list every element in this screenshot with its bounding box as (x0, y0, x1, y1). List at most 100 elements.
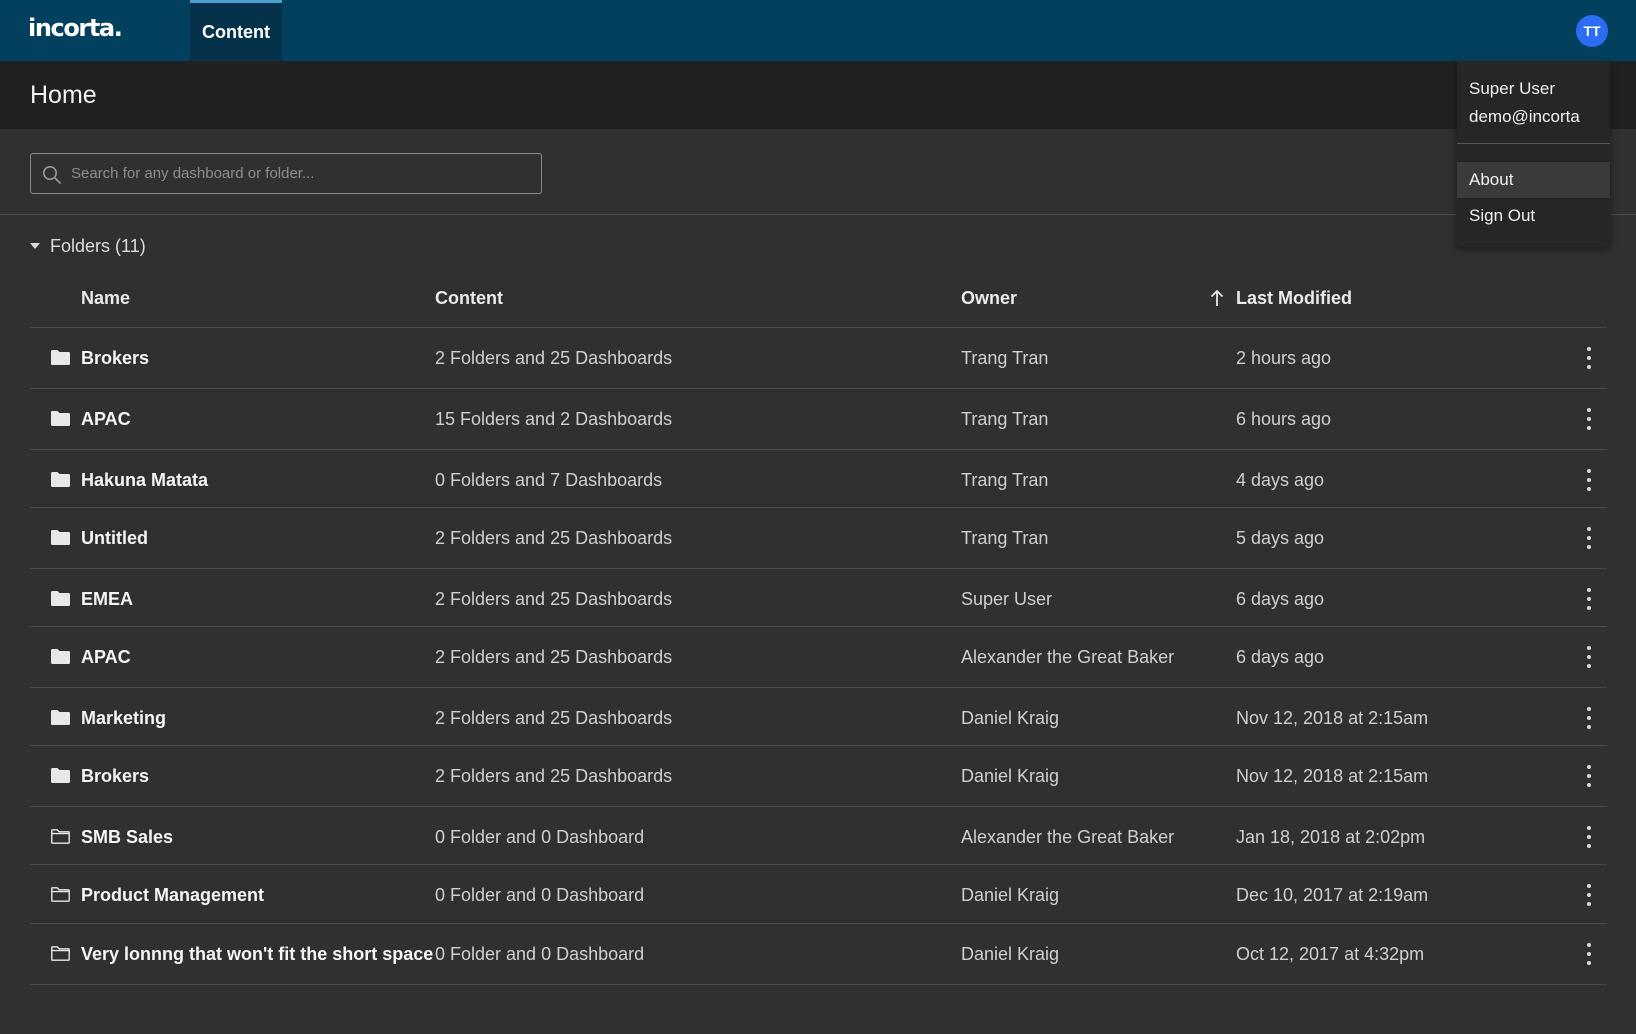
page-header: Home (0, 61, 1636, 129)
row-last-modified: Oct 12, 2017 at 4:32pm (1236, 944, 1425, 964)
column-header-name[interactable]: Name (81, 288, 130, 309)
column-header-last-modified[interactable]: Last Modified (1236, 288, 1352, 309)
more-options-icon[interactable] (1582, 525, 1596, 551)
user-menu-dropdown: Super User demo@incorta About Sign Out (1457, 61, 1610, 247)
folder-filled-icon (51, 768, 70, 783)
table-row[interactable]: Product Management 0 Folder and 0 Dashboa… (30, 865, 1607, 924)
table-row[interactable]: Brokers 2 Folders and 25 Dashboards Daniel… (30, 746, 1607, 807)
user-menu-divider (1457, 143, 1610, 144)
row-last-modified: 6 days ago (1236, 647, 1325, 667)
more-options-icon[interactable] (1582, 824, 1596, 850)
row-name[interactable]: Very lonnng that won't fit the short spa… (81, 944, 433, 965)
row-content: 2 Folders and 25 Dashboards (435, 647, 673, 667)
top-bar: incorta. Content TT (0, 0, 1636, 61)
row-owner: Trang Tran (961, 470, 1049, 490)
row-name[interactable]: Marketing (81, 708, 166, 729)
row-last-modified: Nov 12, 2018 at 2:15am (1236, 708, 1429, 728)
row-last-modified: 2 hours ago (1236, 348, 1332, 368)
row-owner: Daniel Kraig (961, 944, 1060, 964)
table-row[interactable]: APAC 15 Folders and 2 Dashboards Trang Tra… (30, 389, 1607, 450)
row-content: 0 Folder and 0 Dashboard (435, 944, 645, 964)
row-name[interactable]: Brokers (81, 766, 149, 787)
row-name[interactable]: APAC (81, 409, 131, 430)
user-menu-email: demo@incorta (1469, 107, 1580, 126)
menu-item-about[interactable]: About (1457, 162, 1610, 198)
search-input[interactable] (71, 154, 531, 193)
row-content: 2 Folders and 25 Dashboards (435, 589, 673, 609)
row-content: 0 Folder and 0 Dashboard (435, 885, 645, 905)
more-options-icon[interactable] (1582, 406, 1596, 432)
row-content: 15 Folders and 2 Dashboards (435, 409, 673, 429)
row-owner: Daniel Kraig (961, 885, 1060, 905)
row-last-modified: 6 hours ago (1236, 409, 1332, 429)
more-options-icon[interactable] (1582, 586, 1596, 612)
row-owner: Trang Tran (961, 348, 1049, 368)
row-name[interactable]: EMEA (81, 589, 133, 610)
row-last-modified: 4 days ago (1236, 470, 1325, 490)
row-name[interactable]: Untitled (81, 528, 148, 549)
folder-outline-icon (51, 829, 70, 844)
menu-item-sign-out[interactable]: Sign Out (1457, 198, 1610, 234)
folder-filled-icon (51, 350, 70, 365)
row-owner: Super User (961, 589, 1053, 609)
row-name[interactable]: Brokers (81, 348, 149, 369)
caret-down-icon (30, 243, 40, 249)
row-owner: Trang Tran (961, 409, 1049, 429)
row-content: 2 Folders and 25 Dashboards (435, 348, 673, 368)
incorta-logo[interactable]: incorta. (28, 14, 123, 42)
folder-filled-icon (51, 710, 70, 725)
row-last-modified: Jan 18, 2018 at 2:02pm (1236, 827, 1426, 847)
more-options-icon[interactable] (1582, 882, 1596, 908)
row-content: 2 Folders and 25 Dashboards (435, 766, 673, 786)
row-owner: Trang Tran (961, 528, 1049, 548)
table-row[interactable]: Untitled 2 Folders and 25 Dashboards Trang… (30, 508, 1607, 569)
folder-filled-icon (51, 649, 70, 664)
search-area (0, 129, 1636, 215)
table-row[interactable]: SMB Sales 0 Folder and 0 Dashboard Alexand… (30, 807, 1607, 865)
row-name[interactable]: APAC (81, 647, 131, 668)
table-row[interactable]: EMEA 2 Folders and 25 Dashboards Super Use… (30, 569, 1607, 627)
folders-section-toggle[interactable]: Folders (11) (30, 234, 146, 258)
row-last-modified: Dec 10, 2017 at 2:19am (1236, 885, 1429, 905)
table-row[interactable]: Brokers 2 Folders and 25 Dashboards Trang … (30, 328, 1607, 389)
column-header-owner[interactable]: Owner (961, 288, 1017, 309)
search-box[interactable] (30, 153, 542, 194)
table-body: Brokers 2 Folders and 25 Dashboards Trang … (30, 328, 1607, 985)
folder-filled-icon (51, 591, 70, 606)
more-options-icon[interactable] (1582, 705, 1596, 731)
sort-arrow-up-icon[interactable] (1209, 288, 1225, 308)
row-last-modified: 6 days ago (1236, 589, 1325, 609)
row-owner: Daniel Kraig (961, 708, 1060, 728)
row-owner: Daniel Kraig (961, 766, 1060, 786)
user-avatar[interactable]: TT (1576, 15, 1608, 47)
search-icon (43, 166, 61, 184)
row-last-modified: 5 days ago (1236, 528, 1325, 548)
table-row[interactable]: Marketing 2 Folders and 25 Dashboards Dani… (30, 688, 1607, 746)
table-row[interactable]: Hakuna Matata 0 Folders and 7 Dashboards T… (30, 450, 1607, 508)
more-options-icon[interactable] (1582, 644, 1596, 670)
row-owner: Alexander the Great Baker (961, 827, 1175, 847)
table-row[interactable]: APAC 2 Folders and 25 Dashboards Alexander… (30, 627, 1607, 688)
table-header: Name Content Owner Last Modified (30, 270, 1607, 328)
folder-filled-icon (51, 411, 70, 426)
user-menu-name: Super User (1469, 79, 1555, 98)
folder-outline-icon (51, 887, 70, 902)
more-options-icon[interactable] (1582, 763, 1596, 789)
more-options-icon[interactable] (1582, 467, 1596, 493)
column-header-content[interactable]: Content (435, 288, 503, 309)
row-name[interactable]: Hakuna Matata (81, 470, 208, 491)
table-row[interactable]: Very lonnng that won't fit the short spa… (30, 924, 1607, 985)
row-owner: Alexander the Great Baker (961, 647, 1175, 667)
tab-content[interactable]: Content (190, 0, 282, 61)
row-content: 2 Folders and 25 Dashboards (435, 528, 673, 548)
row-name[interactable]: Product Management (81, 885, 264, 906)
row-name[interactable]: SMB Sales (81, 827, 173, 848)
folders-count-label: Folders (11) (50, 235, 146, 256)
row-last-modified: Nov 12, 2018 at 2:15am (1236, 766, 1429, 786)
more-options-icon[interactable] (1582, 345, 1596, 371)
folder-outline-icon (51, 946, 70, 961)
row-content: 2 Folders and 25 Dashboards (435, 708, 673, 728)
page-title: Home (30, 81, 97, 109)
row-content: 0 Folders and 7 Dashboards (435, 470, 663, 490)
more-options-icon[interactable] (1582, 941, 1596, 967)
